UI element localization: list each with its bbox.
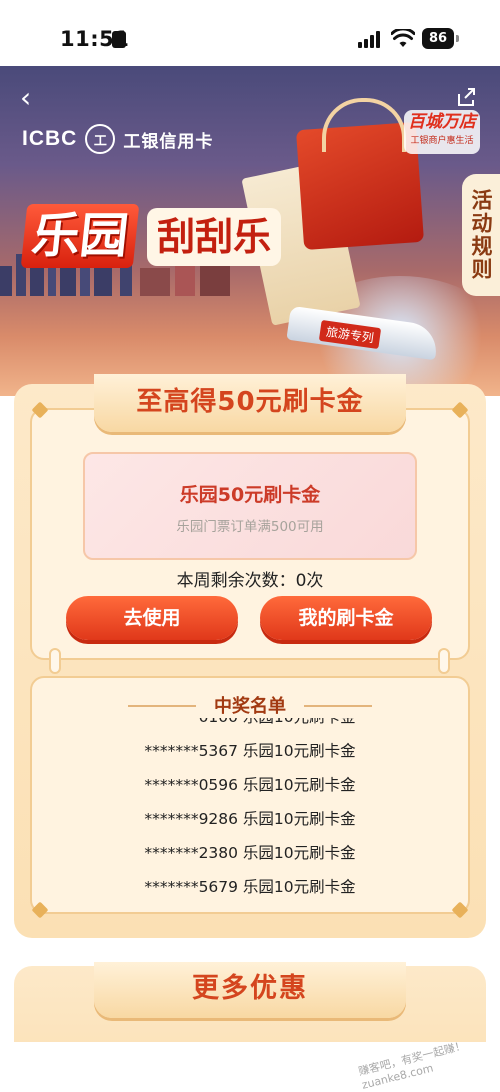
panel-hook — [438, 648, 450, 674]
winner-item: *******2380 乐园10元刷卡金 — [144, 844, 356, 862]
icbc-emblem-icon: 工 — [85, 124, 116, 154]
bag-handle-illustration — [322, 98, 406, 152]
prize-ribbon: 至高得50元刷卡金 — [94, 374, 406, 432]
winners-title: 中奖名单 — [214, 696, 286, 717]
hero-title-main: 乐园 — [20, 204, 140, 268]
winner-item: *******9286 乐园10元刷卡金 — [144, 810, 356, 828]
brand-name: 工银信用卡 — [123, 131, 214, 152]
hero-title: 乐园 刮刮乐 — [20, 204, 282, 268]
coupon-card: 乐园50元刷卡金 乐园门票订单满500可用 — [83, 452, 417, 560]
panel-hook — [49, 648, 61, 674]
winners-list[interactable]: *******0100 乐园10元刷卡金 *******5367 乐园10元刷卡… — [60, 718, 440, 898]
icbc-brand: ICBC 工 工银信用卡 — [22, 124, 213, 154]
coupon-title: 乐园50元刷卡金 — [179, 484, 321, 506]
prize-ribbon-text: 至高得50元刷卡金 — [136, 387, 364, 417]
hero-banner: 旅游专列 ‹ ICBC 工 工银信用卡 百城万店 工银商户惠生活 乐园 刮刮乐 … — [0, 66, 500, 396]
campaign-badge-subtitle: 工银商户惠生活 — [410, 136, 474, 146]
id-card-icon — [112, 31, 126, 48]
campaign-badge: 百城万店 工银商户惠生活 — [404, 110, 480, 154]
activity-rules-tab[interactable]: 活动规则 — [462, 174, 500, 296]
title-divider-right — [304, 705, 372, 707]
my-card-credit-button[interactable]: 我的刷卡金 — [260, 596, 432, 640]
winner-item: *******0100 乐园10元刷卡金 — [60, 718, 440, 734]
use-button[interactable]: 去使用 — [66, 596, 238, 640]
share-icon[interactable] — [455, 86, 477, 108]
winner-item: *******5367 乐园10元刷卡金 — [144, 742, 356, 760]
status-bar: 11:51 86 — [0, 0, 500, 66]
campaign-badge-title: 百城万店 — [408, 112, 476, 132]
coupon-description: 乐园门票订单满500可用 — [176, 519, 324, 535]
wifi-icon — [391, 29, 415, 47]
back-icon[interactable]: ‹ — [20, 84, 31, 112]
battery-indicator: 86 — [422, 28, 454, 49]
remaining-count: 本周剩余次数：0次 — [176, 571, 324, 591]
winner-item: *******0596 乐园10元刷卡金 — [144, 776, 356, 794]
more-offers-ribbon: 更多优惠 — [94, 962, 406, 1018]
battery-tip — [456, 35, 459, 42]
hero-title-sub: 刮刮乐 — [147, 208, 282, 266]
winner-item: *******5679 乐园10元刷卡金 — [144, 878, 356, 896]
cellular-signal-icon — [358, 30, 382, 48]
icbc-logo-text: ICBC — [22, 127, 78, 150]
more-offers-title: 更多优惠 — [192, 973, 308, 1004]
